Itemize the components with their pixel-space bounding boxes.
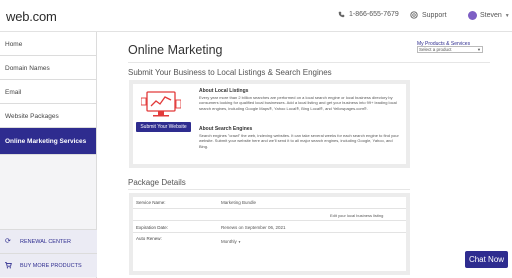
auto-renew-text: Monthly <box>221 239 237 244</box>
top-bar: web.com 1-866-655-7679 Support Steven ▼ <box>0 0 512 32</box>
phone-number: 1-866-655-7679 <box>349 11 399 18</box>
local-listings-info: About Local Listings Every year more tha… <box>199 88 401 111</box>
divider <box>128 189 410 190</box>
user-name: Steven <box>480 12 502 19</box>
submit-panel-content: Submit Your Website About Local Listings… <box>133 84 406 164</box>
table-row: Service Name: Marketing Bundle <box>133 197 406 209</box>
submit-website-button[interactable]: Submit Your Website <box>136 122 191 132</box>
support-label: Support <box>422 11 447 19</box>
analytics-monitor-icon <box>141 91 181 117</box>
package-panel: Service Name: Marketing Bundle Edit your… <box>129 193 410 275</box>
renewal-center-label: RENEWAL CENTER <box>20 238 71 245</box>
buy-more-products-link[interactable]: BUY MORE PRODUCTS <box>0 253 97 277</box>
refresh-icon: ⟳ <box>5 238 11 245</box>
submit-section-title: Submit Your Business to Local Listings &… <box>128 68 332 77</box>
phone-contact[interactable]: 1-866-655-7679 <box>338 11 399 18</box>
product-select-value: Select a product <box>419 47 452 52</box>
expiration-date-label: Expiration Date: <box>136 225 169 230</box>
package-table: Service Name: Marketing Bundle Edit your… <box>133 197 406 271</box>
sidebar-item-home[interactable]: Home <box>0 32 96 56</box>
expiration-date-value: Renews on September 06, 2021 <box>221 225 286 230</box>
table-row: Auto Renew: Monthly ▼ <box>133 233 406 245</box>
sidebar-item-website-packages[interactable]: Website Packages <box>0 104 96 128</box>
logo[interactable]: web.com <box>6 9 57 24</box>
phone-icon <box>338 11 345 18</box>
support-icon <box>410 11 418 19</box>
user-menu[interactable]: Steven ▼ <box>468 11 510 20</box>
product-select[interactable]: Select a product ▼ <box>417 46 483 53</box>
search-engines-text: Search engines "crawl" the web, indexing… <box>199 133 399 149</box>
sidebar-item-domain-names[interactable]: Domain Names <box>0 56 96 80</box>
renewal-center-link[interactable]: ⟳ RENEWAL CENTER <box>0 229 97 253</box>
divider <box>128 62 490 63</box>
local-listings-title: About Local Listings <box>199 88 249 94</box>
auto-renew-label: Auto Renew: <box>136 236 162 241</box>
support-link[interactable]: Support <box>410 11 447 19</box>
edit-listing-link[interactable]: Edit your local business listing <box>330 213 383 218</box>
sidebar: Home Domain Names Email Website Packages… <box>0 32 97 278</box>
search-engines-info: About Search Engines Search engines "cra… <box>199 126 401 149</box>
table-row: Edit your local business listing <box>133 209 406 221</box>
sidebar-item-email[interactable]: Email <box>0 80 96 104</box>
chevron-down-icon: ▼ <box>504 12 510 19</box>
table-row: Expiration Date: Renews on September 06,… <box>133 221 406 233</box>
cart-icon <box>5 262 12 269</box>
service-name-value: Marketing Bundle <box>221 200 257 205</box>
auto-renew-value[interactable]: Monthly ▼ <box>221 239 241 244</box>
package-details-title: Package Details <box>128 178 186 187</box>
service-name-label: Service Name: <box>136 200 166 205</box>
local-listings-text: Every year more than 2 billion searches … <box>199 95 397 111</box>
search-engines-title: About Search Engines <box>199 126 253 132</box>
chevron-down-icon: ▼ <box>477 47 481 52</box>
avatar <box>468 11 477 20</box>
page-title: Online Marketing <box>128 43 223 57</box>
chat-now-button[interactable]: Chat Now <box>465 251 508 268</box>
sidebar-item-online-marketing[interactable]: Online Marketing Services <box>0 128 96 155</box>
submit-panel: Submit Your Website About Local Listings… <box>129 80 410 168</box>
chevron-down-icon: ▼ <box>238 240 242 244</box>
buy-more-products-label: BUY MORE PRODUCTS <box>20 262 82 269</box>
